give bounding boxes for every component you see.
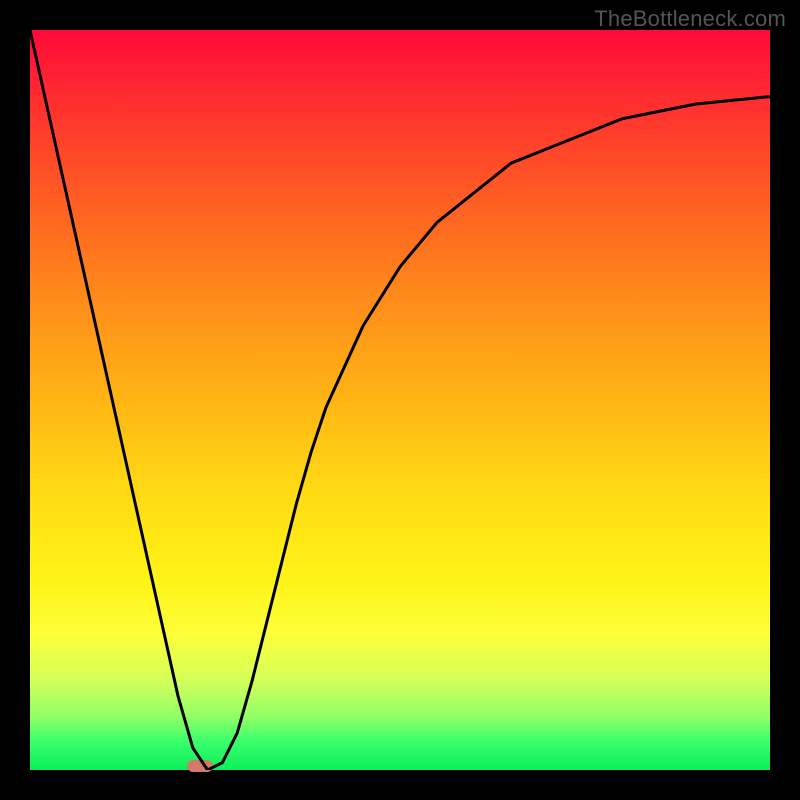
chart-frame: TheBottleneck.com [0, 0, 800, 800]
plot-area [30, 30, 770, 770]
watermark-label: TheBottleneck.com [594, 6, 786, 32]
bottleneck-curve [30, 30, 770, 770]
